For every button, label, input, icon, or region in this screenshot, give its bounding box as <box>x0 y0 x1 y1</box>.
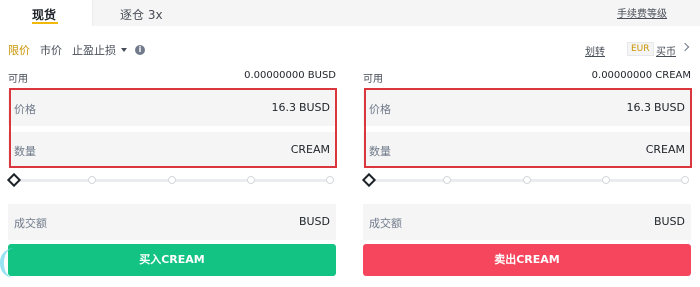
tab-spot[interactable]: 现货 <box>0 0 93 26</box>
decorative-swirl <box>0 248 14 278</box>
slider-handle[interactable] <box>361 172 377 188</box>
buy-available-label: 可用 <box>8 74 28 85</box>
buy-amount-slider[interactable] <box>6 172 336 188</box>
slider-step-75[interactable] <box>602 176 610 184</box>
slider-step-100[interactable] <box>326 176 334 184</box>
slider-step-25[interactable] <box>88 176 96 184</box>
order-type-stop-dropdown[interactable]: 止盈止损 <box>72 42 127 58</box>
tab-isolated-margin[interactable]: 逐仓 3x <box>120 6 163 23</box>
buy-highlight-box <box>9 88 337 168</box>
tab-active-underline <box>32 22 58 24</box>
order-type-selector: 限价 市价 止盈止损 i <box>8 42 145 58</box>
sell-total-label: 成交额 <box>369 217 402 230</box>
slider-step-100[interactable] <box>681 176 689 184</box>
transfer-link[interactable]: 划转 <box>585 43 605 58</box>
chevron-right-icon[interactable] <box>680 42 690 52</box>
order-type-market[interactable]: 市价 <box>40 42 62 58</box>
sell-amount-slider[interactable] <box>361 172 691 188</box>
trade-tab-bar: 现货 逐仓 3x 手续费等级 <box>0 0 700 26</box>
sell-button[interactable]: 卖出CREAM <box>363 244 691 276</box>
buy-available-row: 可用 0.00000000 BUSD <box>8 70 336 85</box>
buy-total-label: 成交额 <box>14 217 47 230</box>
slider-step-25[interactable] <box>443 176 451 184</box>
sell-panel: 可用 0.00000000 CREAM 价格 16.3 BUSD 数量 CREA… <box>361 70 692 276</box>
sell-total-unit: BUSD <box>653 215 685 228</box>
buy-button[interactable]: 买入CREAM <box>8 244 336 276</box>
slider-step-75[interactable] <box>247 176 255 184</box>
tab-spot-label: 现货 <box>32 8 57 22</box>
sell-available-row: 可用 0.00000000 CREAM <box>363 70 691 85</box>
order-type-limit[interactable]: 限价 <box>8 42 30 58</box>
slider-step-50[interactable] <box>523 176 531 184</box>
currency-badge: EUR <box>627 42 654 56</box>
order-type-stop-label: 止盈止损 <box>72 44 116 57</box>
sell-available-value: 0.00000000 CREAM <box>591 70 691 81</box>
slider-handle[interactable] <box>6 172 22 188</box>
info-icon[interactable]: i <box>135 45 145 55</box>
slider-step-50[interactable] <box>168 176 176 184</box>
sell-highlight-box <box>364 88 692 168</box>
buy-total-input[interactable]: 成交额 BUSD <box>8 204 336 240</box>
sell-available-label: 可用 <box>363 74 383 85</box>
buy-panel: 可用 0.00000000 BUSD 价格 16.3 BUSD 数量 CREAM… <box>6 70 337 276</box>
caret-down-icon <box>121 48 127 52</box>
sell-total-input[interactable]: 成交额 BUSD <box>363 204 691 240</box>
buy-total-unit: BUSD <box>298 215 330 228</box>
buy-available-value: 0.00000000 BUSD <box>244 70 336 81</box>
fee-level-link[interactable]: 手续费等级 <box>617 5 667 20</box>
buy-crypto-link[interactable]: 买币 <box>656 43 676 58</box>
